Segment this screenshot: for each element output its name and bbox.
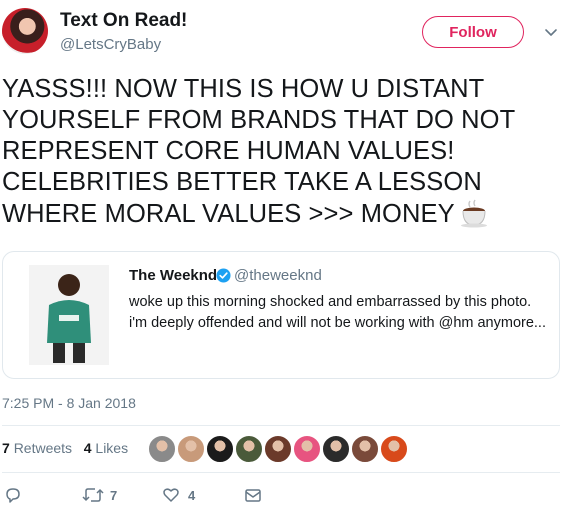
author-display-name[interactable]: Text On Read! xyxy=(60,10,187,32)
tweet-text: YASSS!!! NOW THIS IS HOW U DISTANT YOURS… xyxy=(2,75,515,228)
liker-avatar[interactable] xyxy=(380,435,408,463)
liker-avatar[interactable] xyxy=(177,435,205,463)
tweet-header: Text On Read! @LetsCryBaby Follow xyxy=(0,0,569,70)
author-avatar[interactable] xyxy=(2,8,48,54)
liker-avatar[interactable] xyxy=(235,435,263,463)
tweet-body: YASSS!!! NOW THIS IS HOW U DISTANT YOURS… xyxy=(2,74,562,230)
retweets-count: 7 xyxy=(2,440,10,456)
verified-badge-icon xyxy=(216,268,231,283)
like-button[interactable]: 4 xyxy=(162,486,195,504)
tweet-actions: 7 4 xyxy=(0,480,569,508)
follow-button[interactable]: Follow xyxy=(422,16,524,48)
likes-count: 4 xyxy=(83,440,92,456)
liker-avatar[interactable] xyxy=(264,435,292,463)
quoted-handle[interactable]: @theweeknd xyxy=(234,267,322,284)
quoted-display-name[interactable]: The Weeknd xyxy=(129,267,217,284)
hot-beverage-icon xyxy=(460,199,487,228)
like-count: 4 xyxy=(188,487,196,503)
retweets-label: Retweets xyxy=(13,440,73,456)
reply-button[interactable] xyxy=(4,486,22,504)
retweets-stat[interactable]: 7 Retweets xyxy=(2,440,72,456)
envelope-icon xyxy=(245,489,261,502)
engagement-stats: 7 Retweets 4 Likes xyxy=(2,440,128,456)
quoted-tweet-photo[interactable] xyxy=(29,265,109,365)
direct-message-button[interactable] xyxy=(244,486,262,504)
heart-icon xyxy=(163,488,179,502)
author-handle[interactable]: @LetsCryBaby xyxy=(60,36,161,53)
divider xyxy=(2,425,560,426)
retweet-button[interactable]: 7 xyxy=(82,486,117,504)
liker-avatar[interactable] xyxy=(293,435,321,463)
quoted-tweet-card[interactable]: The Weeknd @theweeknd woke up this morni… xyxy=(2,251,560,379)
reply-icon xyxy=(6,488,20,503)
chevron-down-icon[interactable] xyxy=(544,25,558,39)
retweet-count: 7 xyxy=(110,487,118,503)
liker-avatar[interactable] xyxy=(322,435,350,463)
liker-avatar[interactable] xyxy=(148,435,176,463)
tweet-timestamp[interactable]: 7:25 PM - 8 Jan 2018 xyxy=(2,395,136,411)
liker-avatar[interactable] xyxy=(351,435,379,463)
likes-stat[interactable]: 4 Likes xyxy=(84,440,128,456)
quoted-tweet-text: woke up this morning shocked and embarra… xyxy=(129,294,546,331)
liker-avatar[interactable] xyxy=(206,435,234,463)
divider xyxy=(2,472,560,473)
retweet-icon xyxy=(82,488,104,502)
likes-label: Likes xyxy=(95,440,129,456)
